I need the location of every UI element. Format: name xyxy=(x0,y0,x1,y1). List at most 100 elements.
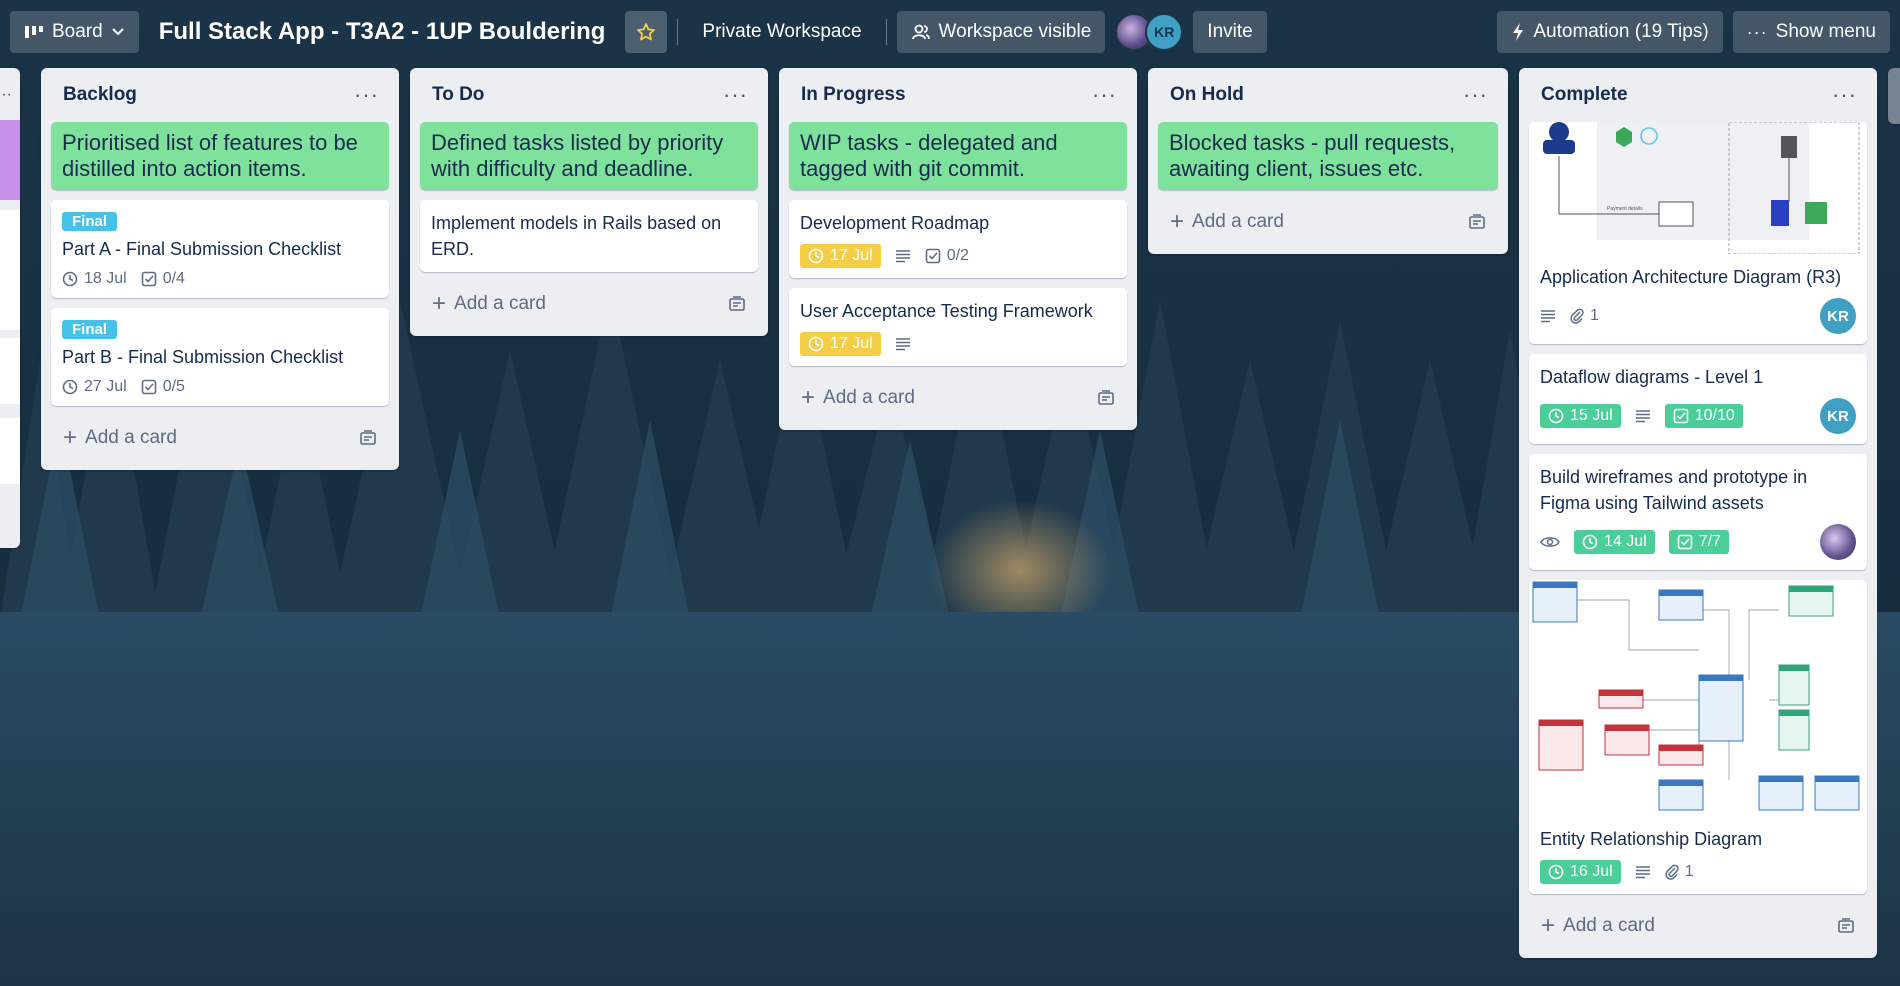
automation-label: Automation (19 Tips) xyxy=(1533,21,1709,42)
due-date-badge[interactable]: 15 Jul xyxy=(1540,404,1621,428)
card-cover-image xyxy=(1529,580,1867,816)
member-avatar-kr[interactable]: KR xyxy=(1145,13,1184,51)
list-item[interactable] xyxy=(0,120,20,200)
list-header: Complete ··· xyxy=(1529,68,1867,122)
add-card-button[interactable]: + Add a card xyxy=(51,416,389,460)
list-menu-button[interactable]: ··· xyxy=(723,84,748,106)
clock-icon xyxy=(1548,408,1564,424)
template-icon[interactable] xyxy=(1097,390,1115,406)
due-date-badge[interactable]: 16 Jul xyxy=(1540,860,1621,884)
list-item[interactable] xyxy=(0,210,20,330)
card[interactable]: WIP tasks - delegated and tagged with gi… xyxy=(789,122,1127,190)
add-card-label: Add a card xyxy=(454,293,546,314)
card-badges: 15 Jul 10/10 KR xyxy=(1540,398,1856,434)
plus-icon: + xyxy=(432,290,447,317)
member-avatar-kr[interactable]: KR xyxy=(1820,298,1856,334)
checklist-count: 0/4 xyxy=(162,270,185,287)
card-title: User Acceptance Testing Framework xyxy=(800,301,1093,321)
card[interactable]: Dataflow diagrams - Level 1 15 Jul 10/10… xyxy=(1529,354,1867,444)
template-icon[interactable] xyxy=(1837,918,1855,934)
lightning-icon xyxy=(1511,22,1525,42)
due-date-badge[interactable]: 18 Jul xyxy=(62,270,127,288)
member-avatar-photo[interactable] xyxy=(1820,524,1856,560)
card[interactable]: Defined tasks listed by priority with di… xyxy=(420,122,758,190)
workspace-button[interactable]: Private Workspace xyxy=(688,11,875,53)
list-on-hold: On Hold ··· Blocked tasks - pull request… xyxy=(1148,68,1508,254)
add-card-button[interactable]: + Add a card xyxy=(789,376,1127,420)
card-title: Prioritised list of features to be disti… xyxy=(62,130,358,181)
visibility-label: Workspace visible xyxy=(938,21,1092,42)
list-item[interactable] xyxy=(0,338,20,404)
due-date: 17 Jul xyxy=(830,247,873,264)
add-card-label: Add a card xyxy=(85,427,177,448)
list-complete: Complete ··· Payment details Application… xyxy=(1519,68,1877,958)
add-card-button[interactable]: + Add a card xyxy=(420,282,758,326)
list-menu-button[interactable]: ·· xyxy=(1,86,12,104)
list-backlog: Backlog ··· Prioritised list of features… xyxy=(41,68,399,470)
board-view-switcher[interactable]: Board xyxy=(10,11,139,53)
more-dots-icon: ··· xyxy=(1746,21,1768,42)
automation-button[interactable]: Automation (19 Tips) xyxy=(1497,11,1723,53)
header-divider xyxy=(885,19,887,45)
clock-icon xyxy=(1548,864,1564,880)
board-icon xyxy=(24,24,44,40)
description-icon xyxy=(895,250,910,263)
list-item[interactable] xyxy=(0,418,20,484)
list-title[interactable]: To Do xyxy=(432,84,484,106)
card[interactable]: Entity Relationship Diagram 16 Jul 1 xyxy=(1529,580,1867,894)
card-badges: 17 Jul xyxy=(800,332,1116,356)
card-title: Dataflow diagrams - Level 1 xyxy=(1540,367,1764,387)
card[interactable]: Payment details Application Architecture… xyxy=(1529,122,1867,344)
list-menu-button[interactable]: ··· xyxy=(1092,84,1117,106)
card-title: Defined tasks listed by priority with di… xyxy=(431,130,724,181)
due-date-badge[interactable]: 17 Jul xyxy=(800,332,881,356)
eye-icon xyxy=(1540,537,1560,547)
card-title: Entity Relationship Diagram xyxy=(1540,829,1763,849)
card[interactable]: Blocked tasks - pull requests, awaiting … xyxy=(1158,122,1498,190)
list-menu-button[interactable]: ··· xyxy=(1463,84,1488,106)
card[interactable]: Final Part A - Final Submission Checklis… xyxy=(51,200,389,298)
due-date-badge[interactable]: 27 Jul xyxy=(62,378,127,396)
card-label: Final xyxy=(62,212,118,231)
people-icon xyxy=(911,23,931,41)
board-view-label: Board xyxy=(52,21,103,42)
visibility-button[interactable]: Workspace visible xyxy=(896,11,1106,53)
card[interactable]: Build wireframes and prototype in Figma … xyxy=(1529,454,1867,570)
member-initials: KR xyxy=(1827,307,1849,325)
checkbox-icon xyxy=(1673,408,1689,424)
checklist-count: 7/7 xyxy=(1698,533,1721,550)
list-header: To Do ··· xyxy=(420,68,758,122)
card-label: Final xyxy=(62,320,118,339)
card-title: Blocked tasks - pull requests, awaiting … xyxy=(1169,130,1456,181)
due-date-badge[interactable]: 17 Jul xyxy=(800,244,881,268)
clock-icon xyxy=(1582,534,1598,550)
card[interactable]: User Acceptance Testing Framework 17 Jul xyxy=(789,288,1127,366)
attachment-badge: 1 xyxy=(1570,307,1599,325)
star-board-button[interactable] xyxy=(625,11,668,53)
template-icon[interactable] xyxy=(1468,214,1486,230)
invite-button[interactable]: Invite xyxy=(1193,11,1267,53)
list-menu-button[interactable]: ··· xyxy=(1832,84,1857,106)
member-avatar-kr[interactable]: KR xyxy=(1820,398,1856,434)
list-title[interactable]: Complete xyxy=(1541,84,1628,106)
add-card-button[interactable]: + Add a card xyxy=(1158,200,1498,244)
card[interactable]: Final Part B - Final Submission Checklis… xyxy=(51,308,389,406)
card[interactable]: Implement models in Rails based on ERD. xyxy=(420,200,758,272)
board-title[interactable]: Full Stack App - T3A2 - 1UP Bouldering xyxy=(149,18,616,46)
list-partial-right xyxy=(1888,68,1900,124)
show-menu-button[interactable]: ··· Show menu xyxy=(1732,11,1890,53)
checklist-badge: 0/5 xyxy=(141,378,185,396)
checkbox-icon xyxy=(1677,534,1693,550)
card[interactable]: Development Roadmap 17 Jul 0/2 xyxy=(789,200,1127,278)
template-icon[interactable] xyxy=(359,430,377,446)
list-menu-button[interactable]: ··· xyxy=(354,84,379,106)
list-title[interactable]: On Hold xyxy=(1170,84,1244,106)
list-title[interactable]: In Progress xyxy=(801,84,906,106)
due-date-badge[interactable]: 14 Jul xyxy=(1574,530,1655,554)
card[interactable]: Prioritised list of features to be disti… xyxy=(51,122,389,190)
template-icon[interactable] xyxy=(728,296,746,312)
description-icon xyxy=(1541,310,1555,323)
header-divider xyxy=(677,19,679,45)
add-card-button[interactable]: + Add a card xyxy=(1529,904,1867,948)
list-title[interactable]: Backlog xyxy=(63,84,137,106)
